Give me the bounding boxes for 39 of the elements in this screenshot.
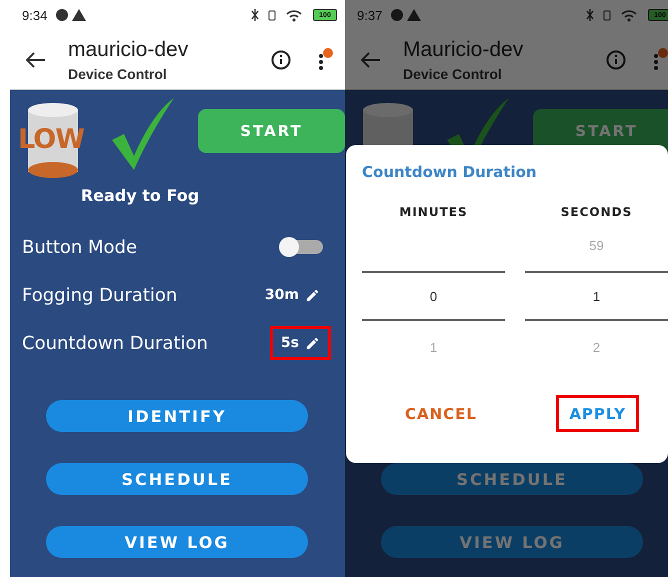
apply-button[interactable]: APPLY	[556, 395, 639, 432]
action-button[interactable]: SCHEDULE	[46, 463, 308, 495]
info-icon[interactable]	[271, 50, 291, 70]
setting-value[interactable]: 5s	[270, 326, 331, 360]
status-time: 9:34	[22, 8, 48, 22]
device-title: Mauricio-dev	[403, 38, 524, 62]
pencil-icon[interactable]	[305, 288, 320, 302]
back-arrow-icon[interactable]	[26, 52, 46, 68]
status-time: 9:37	[357, 8, 382, 22]
picker-option[interactable]: 1	[430, 340, 438, 354]
screen-subtitle: Device Control	[68, 66, 168, 82]
duration-value: 30m	[264, 287, 299, 303]
status-icons	[55, 8, 88, 22]
toggle-thumb[interactable]	[279, 237, 299, 257]
picker-selected[interactable]: 1	[525, 271, 668, 321]
checkmark-icon	[110, 96, 176, 172]
picker-label: SECONDS	[560, 205, 634, 219]
dialog-title: Countdown Duration	[362, 163, 538, 181]
setting-value[interactable]: 30m	[254, 278, 331, 312]
picker-option[interactable]: 59	[589, 238, 604, 252]
setting-label: Button Mode	[22, 236, 138, 258]
screen-subtitle: Device Control	[403, 66, 503, 82]
setting-label: Countdown Duration	[22, 332, 208, 354]
status-text: Ready to Fog	[80, 186, 200, 205]
setting-label: Fogging Duration	[22, 284, 178, 306]
picker-selected[interactable]: 0	[362, 271, 505, 321]
action-button[interactable]: VIEW LOG	[381, 526, 643, 558]
cancel-button[interactable]: CANCEL	[392, 395, 490, 432]
device-title: mauricio-dev	[68, 38, 190, 62]
picker-option[interactable]: 2	[592, 340, 600, 354]
action-button[interactable]: VIEW LOG	[46, 526, 308, 558]
action-button[interactable]: SCHEDULE	[381, 463, 643, 495]
duration-value: 5s	[280, 335, 299, 351]
action-button[interactable]: IDENTIFY	[46, 400, 308, 432]
status-icons	[390, 8, 422, 22]
start-button[interactable]: START	[198, 109, 345, 153]
picker-label: MINUTES	[398, 205, 469, 219]
pencil-icon[interactable]	[305, 336, 320, 350]
toggle-switch[interactable]	[279, 237, 323, 257]
